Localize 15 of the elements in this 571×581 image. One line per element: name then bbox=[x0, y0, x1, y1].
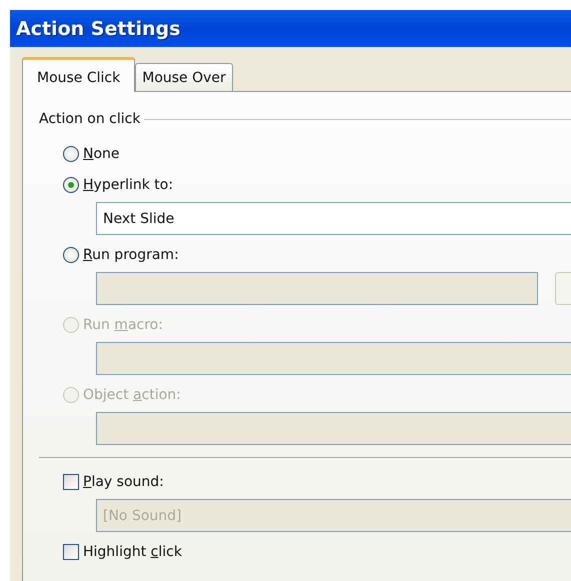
checkbox[interactable] bbox=[63, 544, 79, 560]
tab[interactable]: Mouse Over bbox=[135, 63, 233, 91]
tab[interactable]: Mouse Click bbox=[22, 57, 136, 92]
radio-label[interactable]: Hyperlink to: bbox=[83, 176, 174, 192]
radio-button[interactable] bbox=[63, 146, 79, 162]
checkbox-label[interactable]: Highlight click bbox=[83, 544, 182, 560]
radio-button[interactable] bbox=[63, 176, 79, 192]
checkbox[interactable] bbox=[63, 474, 79, 490]
input-field[interactable]: Next Slide bbox=[96, 202, 571, 235]
radio-label[interactable]: Run program: bbox=[83, 246, 179, 262]
window-title: Action Settings bbox=[16, 18, 180, 40]
radio-label[interactable]: None bbox=[83, 146, 120, 162]
group-title: Action on click bbox=[39, 111, 140, 127]
checkbox-label[interactable]: Play sound: bbox=[83, 474, 164, 490]
radio-button[interactable] bbox=[63, 246, 79, 262]
